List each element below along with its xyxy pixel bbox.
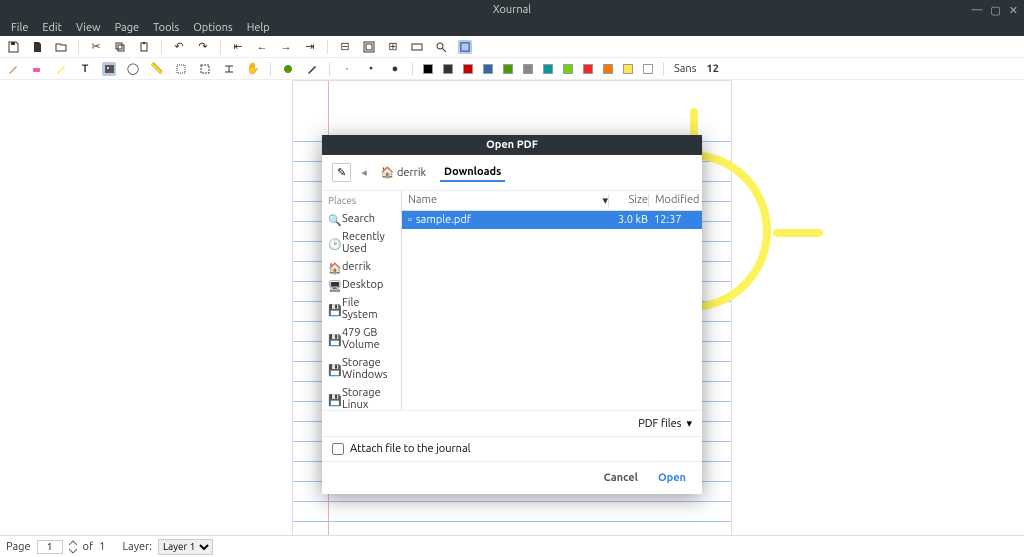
clock-icon: 🕑	[328, 238, 338, 248]
attach-checkbox[interactable]	[332, 443, 344, 455]
status-bar: Page of 1 Layer: Layer 1	[0, 535, 1024, 557]
filter-select[interactable]: PDF files ▾	[638, 417, 692, 430]
drive-icon: 💾	[328, 394, 338, 404]
dialog-overlay: Open PDF ✎ ◂ 🏠 derrik Downloads Places 🔍…	[0, 0, 1024, 557]
page-label: Page	[6, 541, 31, 553]
layer-select[interactable]: Layer 1	[158, 539, 213, 555]
page-spinner-icon[interactable]	[69, 540, 77, 554]
attach-row: Attach file to the journal	[322, 437, 702, 462]
search-icon: 🔍	[328, 214, 338, 224]
page-input[interactable]	[37, 540, 63, 554]
path-back-icon[interactable]: ◂	[361, 166, 367, 179]
column-modified[interactable]: Modified	[648, 194, 696, 207]
layer-label: Layer:	[122, 541, 152, 553]
place-recently-used[interactable]: 🕑Recently Used	[322, 228, 401, 258]
path-current[interactable]: Downloads	[440, 164, 505, 182]
file-row[interactable]: ▫ sample.pdf3.0 kB12:37	[402, 211, 702, 229]
filter-row: PDF files ▾	[322, 411, 702, 437]
place-search[interactable]: 🔍Search	[322, 210, 401, 228]
path-home[interactable]: 🏠 derrik	[377, 164, 430, 181]
place-storage-windows[interactable]: 💾Storage Windows	[322, 354, 401, 384]
places-sidebar: Places 🔍Search🕑Recently Used🏠derrik🖥Desk…	[322, 191, 402, 410]
dialog-path-bar: ✎ ◂ 🏠 derrik Downloads	[322, 155, 702, 191]
column-size[interactable]: Size	[608, 194, 648, 207]
place-file-system[interactable]: 💾File System	[322, 294, 401, 324]
open-button[interactable]: Open	[658, 472, 686, 484]
attach-label: Attach file to the journal	[350, 443, 471, 455]
page-total: 1	[99, 541, 105, 553]
place-desktop[interactable]: 🖥Desktop	[322, 276, 401, 294]
desktop-icon: 🖥	[328, 280, 338, 290]
drive-icon: 💾	[328, 334, 338, 344]
drive-icon: 💾	[328, 304, 338, 314]
drive-icon: 💾	[328, 364, 338, 374]
file-list: Name ▾ Size Modified ▫ sample.pdf3.0 kB1…	[402, 191, 702, 410]
path-edit-icon[interactable]: ✎	[332, 163, 351, 182]
place-storage-linux[interactable]: 💾Storage Linux	[322, 384, 401, 410]
dialog-title: Open PDF	[322, 135, 702, 155]
cancel-button[interactable]: Cancel	[604, 472, 638, 484]
file-icon: ▫	[408, 214, 412, 226]
place-479-gb-volume[interactable]: 💾479 GB Volume	[322, 324, 401, 354]
column-name[interactable]: Name ▾	[408, 194, 608, 207]
of-label: of	[83, 541, 94, 553]
place-derrik[interactable]: 🏠derrik	[322, 258, 401, 276]
places-header: Places	[322, 191, 401, 210]
home-icon: 🏠	[328, 262, 338, 272]
open-pdf-dialog: Open PDF ✎ ◂ 🏠 derrik Downloads Places 🔍…	[322, 135, 702, 494]
